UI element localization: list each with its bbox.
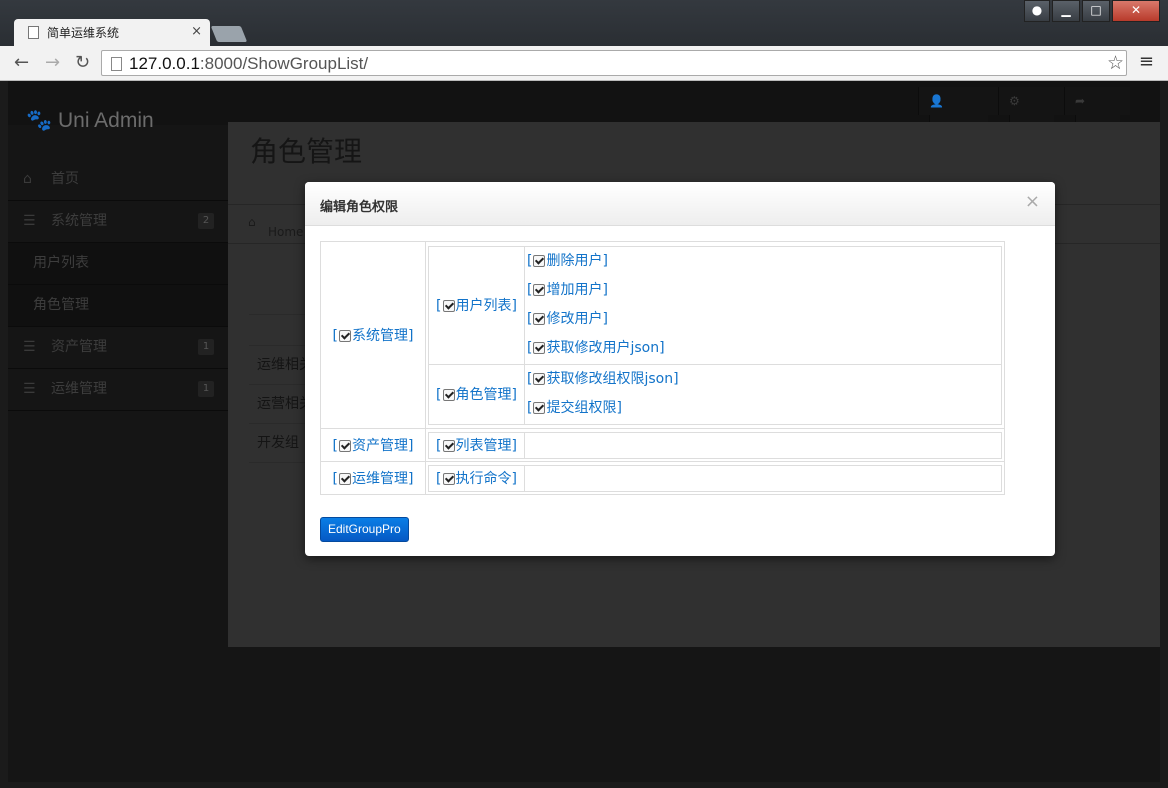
forward-icon[interactable]: → — [45, 52, 60, 73]
perm-subgroup-cell: [列表管理] — [425, 428, 1005, 462]
modal-header: 编辑角色权限 × — [305, 182, 1055, 226]
perm-subtable: [执行命令] — [428, 464, 1002, 492]
perm-edit-user[interactable]: [修改用户] — [527, 305, 1001, 334]
perm-group-cell: [资产管理] — [320, 428, 426, 462]
checkbox-checked[interactable] — [442, 389, 455, 401]
page-icon — [28, 26, 39, 39]
app-topbar: 👤 admin ⚙ 设置 ➦ 退出 — [8, 81, 1160, 143]
address-bar[interactable]: 127.0.0.1:8000/ShowGroupList/ ☆ — [101, 50, 1127, 76]
sidebar-item-system[interactable]: ☰ 系统管理 2 — [8, 201, 228, 243]
sidebar-item-assets[interactable]: ☰ 资产管理 1 — [8, 327, 228, 369]
checkbox-checked[interactable] — [339, 473, 351, 485]
profile-icon[interactable]: ● — [1024, 0, 1050, 22]
minimize-button[interactable]: ▁ — [1052, 0, 1080, 22]
checkbox-checked[interactable] — [339, 440, 351, 452]
edit-group-submit-button[interactable]: EditGroupPro — [320, 517, 409, 542]
tab-title: 简单运维系统 — [47, 26, 120, 40]
list-icon: ☰ — [23, 213, 36, 229]
modal-title: 编辑角色权限 — [320, 200, 399, 215]
checkbox-checked[interactable] — [533, 255, 546, 267]
perm-subgroup-cell: [用户列表] — [428, 245, 525, 365]
breadcrumb-home[interactable]: ⌂ Home — [248, 215, 303, 239]
perm-items-cell — [524, 464, 1002, 492]
count-badge: 1 — [198, 381, 214, 397]
close-icon[interactable]: × — [1025, 191, 1040, 212]
url-text[interactable]: 127.0.0.1:8000/ShowGroupList/ — [129, 54, 368, 74]
perm-system[interactable]: [系统管理] — [333, 328, 414, 344]
sidebar: ⌂ 首页 ☰ 系统管理 2 用户列表 角色管理 ☰ 资产管理 1 ☰ 运维管理 1 — [8, 159, 228, 411]
perm-subgroup-cell: [角色管理] — [428, 363, 525, 425]
new-tab-button[interactable] — [210, 26, 248, 42]
maximize-button[interactable]: □ — [1082, 0, 1110, 22]
sidebar-item-role-manage[interactable]: 角色管理 — [8, 285, 228, 327]
perm-items-cell — [524, 431, 1002, 459]
perm-ops[interactable]: [运维管理] — [333, 471, 414, 487]
checkbox-checked[interactable] — [533, 373, 546, 385]
list-icon: ☰ — [23, 339, 36, 355]
browser-toolbar: ← → ↻ 127.0.0.1:8000/ShowGroupList/ ☆ ≡ — [0, 46, 1168, 81]
window-controls: ● ▁ □ ✕ — [1024, 0, 1160, 22]
checkbox-checked[interactable] — [442, 300, 455, 312]
page-icon — [111, 57, 122, 71]
checkbox-checked[interactable] — [339, 330, 351, 342]
perm-items-cell: [获取修改组权限json] [提交组权限] — [524, 363, 1002, 425]
tab-close-icon[interactable]: × — [191, 24, 202, 39]
checkbox-checked[interactable] — [533, 402, 546, 414]
perm-subtable: [列表管理] — [428, 431, 1002, 459]
perm-subgroup-cell: [执行命令] — [428, 464, 525, 492]
home-icon: ⌂ — [23, 171, 32, 187]
page-title: 角色管理 — [250, 135, 363, 168]
perm-exec-cmd[interactable]: [执行命令] — [436, 471, 517, 487]
browser-titlebar: 简单运维系统 × ● ▁ □ ✕ — [0, 0, 1168, 46]
perm-assets[interactable]: [资产管理] — [333, 438, 414, 454]
perm-subgroup-cell: [执行命令] — [425, 461, 1005, 495]
count-badge: 2 — [198, 213, 214, 229]
list-icon: ☰ — [23, 381, 36, 397]
perm-subgroup-cell: [用户列表] [删除用户] [增加用户] [修改用户] [获取修改用户json]… — [425, 241, 1005, 429]
reload-icon[interactable]: ↻ — [75, 52, 90, 73]
close-window-button[interactable]: ✕ — [1112, 0, 1160, 22]
perm-submit-group[interactable]: [提交组权限] — [527, 394, 1001, 423]
checkbox-checked[interactable] — [442, 473, 455, 485]
perm-get-edit-user[interactable]: [获取修改用户json] — [527, 334, 1001, 363]
perm-user-list[interactable]: [用户列表] — [436, 298, 517, 314]
settings-link[interactable]: ⚙ 设置 — [997, 87, 1064, 143]
top-nav: 👤 admin ⚙ 设置 ➦ 退出 — [918, 87, 1130, 143]
perm-list-manage[interactable]: [列表管理] — [436, 438, 517, 454]
bookmark-star-icon[interactable]: ☆ — [1107, 52, 1124, 74]
perm-subtable: [用户列表] [删除用户] [增加用户] [修改用户] [获取修改用户json]… — [428, 245, 1002, 425]
sidebar-item-ops[interactable]: ☰ 运维管理 1 — [8, 369, 228, 411]
perm-group-cell: [系统管理] — [320, 241, 426, 429]
brand-logo[interactable]: 🐾 Uni Admin — [26, 109, 154, 133]
logout-link[interactable]: ➦ 退出 — [1063, 87, 1130, 143]
checkbox-checked[interactable] — [533, 284, 546, 296]
checkbox-checked[interactable] — [533, 342, 546, 354]
checkbox-checked[interactable] — [533, 313, 546, 325]
sidebar-item-user-list[interactable]: 用户列表 — [8, 243, 228, 285]
sidebar-item-home[interactable]: ⌂ 首页 — [8, 159, 228, 201]
browser-tab[interactable]: 简单运维系统 × — [14, 19, 210, 46]
perm-group-cell: [运维管理] — [320, 461, 426, 495]
count-badge: 1 — [198, 339, 214, 355]
perm-role-manage[interactable]: [角色管理] — [436, 387, 517, 403]
perm-items-cell: [删除用户] [增加用户] [修改用户] [获取修改用户json] — [524, 245, 1002, 365]
perm-add-user[interactable]: [增加用户] — [527, 276, 1001, 305]
perm-delete-user[interactable]: [删除用户] — [527, 247, 1001, 276]
permission-table: [系统管理] [用户列表] [删除用户] [增加用户] [修改用户] [获取修改… — [320, 241, 1005, 495]
back-icon[interactable]: ← — [14, 52, 29, 73]
perm-get-edit-group[interactable]: [获取修改组权限json] — [527, 365, 1001, 394]
perm-subgroup-cell: [列表管理] — [428, 431, 525, 459]
browser-menu-icon[interactable]: ≡ — [1139, 51, 1154, 72]
admin-user-link[interactable]: 👤 admin — [918, 87, 998, 143]
checkbox-checked[interactable] — [442, 440, 455, 452]
edit-role-permissions-modal: 编辑角色权限 × [系统管理] [用户列表] [删除用户] [增加用户] [修改 — [305, 182, 1055, 556]
